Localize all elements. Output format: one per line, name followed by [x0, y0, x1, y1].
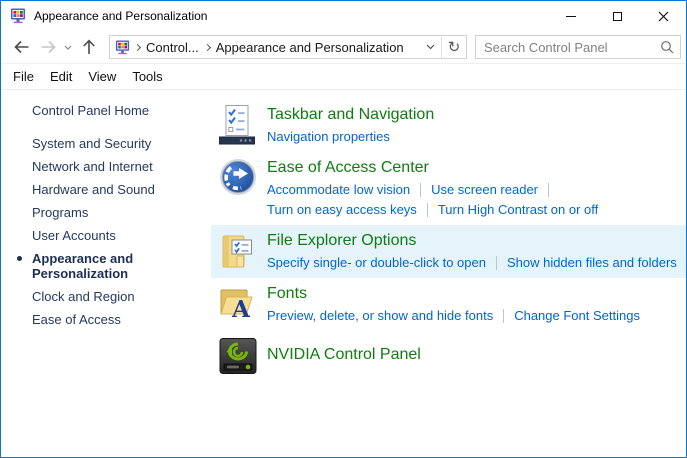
close-icon [658, 11, 668, 21]
section-ease-of-access-center: Ease of Access Center Accommodate low vi… [211, 152, 686, 225]
up-arrow-icon [83, 39, 95, 54]
file-explorer-options-title[interactable]: File Explorer Options [267, 230, 686, 251]
nvidia-control-panel-title[interactable]: NVIDIA Control Panel [267, 344, 686, 365]
sidebar-item-control-panel-home[interactable]: Control Panel Home [1, 103, 211, 118]
sidebar-item-network-and-internet[interactable]: Network and Internet [1, 159, 211, 174]
search-box[interactable] [475, 35, 681, 59]
section-fonts: A Fonts Preview, delete, or show and hid… [211, 278, 686, 331]
close-button[interactable] [640, 2, 686, 31]
refresh-button[interactable]: ↻ [442, 36, 466, 58]
control-panel-icon [115, 39, 130, 55]
sidebar: Control Panel Home System and Security N… [1, 90, 211, 457]
link-separator [426, 203, 428, 217]
svg-text:A: A [231, 296, 251, 322]
nvidia-icon[interactable] [219, 336, 267, 375]
recent-locations-dropdown[interactable] [61, 34, 75, 60]
link-specify-single-or-double-click[interactable]: Specify single- or double-click to open [267, 253, 486, 273]
minimize-button[interactable] [548, 2, 594, 31]
section-nvidia-control-panel: NVIDIA Control Panel [211, 331, 686, 380]
ease-of-access-icon[interactable] [219, 157, 267, 196]
sidebar-selected-label: Appearance and Personalization [32, 251, 134, 281]
sidebar-item-system-and-security[interactable]: System and Security [1, 136, 211, 151]
sidebar-item-user-accounts[interactable]: User Accounts [1, 228, 211, 243]
menu-bar: File Edit View Tools [1, 64, 686, 90]
selected-bullet-icon [17, 256, 22, 261]
menu-edit[interactable]: Edit [42, 69, 80, 84]
address-dropdown-button[interactable] [419, 36, 441, 58]
minimize-icon [566, 15, 576, 17]
breadcrumb-chevron-icon [133, 43, 142, 51]
forward-icon [41, 40, 56, 54]
title-bar: Appearance and Personalization [1, 1, 686, 31]
search-icon[interactable] [660, 40, 674, 54]
menu-file[interactable]: File [5, 69, 42, 84]
search-input[interactable] [484, 39, 660, 55]
fonts-icon[interactable]: A [219, 283, 267, 322]
window-title: Appearance and Personalization [34, 9, 208, 23]
up-button[interactable] [75, 34, 103, 60]
link-use-screen-reader[interactable]: Use screen reader [431, 180, 538, 200]
breadcrumb-control-panel[interactable]: Control... [143, 40, 202, 55]
maximize-icon [612, 11, 622, 21]
link-separator [503, 309, 505, 323]
address-bar[interactable]: Control... Appearance and Personalizatio… [109, 35, 467, 59]
chevron-down-icon [426, 44, 434, 50]
link-change-font-settings[interactable]: Change Font Settings [514, 306, 640, 326]
link-navigation-properties[interactable]: Navigation properties [267, 127, 390, 147]
back-icon [13, 40, 28, 54]
sidebar-item-ease-of-access[interactable]: Ease of Access [1, 312, 211, 327]
link-accommodate-low-vision[interactable]: Accommodate low vision [267, 180, 410, 200]
taskbar-and-navigation-title[interactable]: Taskbar and Navigation [267, 104, 686, 125]
file-explorer-options-icon[interactable] [219, 230, 267, 271]
ease-of-access-center-title[interactable]: Ease of Access Center [267, 157, 686, 178]
maximize-button[interactable] [594, 2, 640, 31]
control-panel-window: Appearance and Personalization Control..… [0, 0, 687, 458]
chevron-down-icon [64, 45, 72, 50]
taskbar-and-navigation-icon[interactable] [219, 104, 267, 145]
breadcrumb-current[interactable]: Appearance and Personalization [213, 40, 407, 55]
breadcrumb-chevron-icon [203, 43, 211, 51]
navigation-toolbar: Control... Appearance and Personalizatio… [1, 31, 686, 64]
sidebar-item-programs[interactable]: Programs [1, 205, 211, 220]
menu-view[interactable]: View [80, 69, 124, 84]
link-separator [548, 183, 550, 197]
back-button[interactable] [7, 34, 35, 60]
forward-button[interactable] [35, 34, 61, 60]
main-panel: Taskbar and Navigation Navigation proper… [211, 90, 686, 457]
sidebar-item-appearance-and-personalization[interactable]: Appearance and Personalization [1, 251, 186, 281]
section-file-explorer-options: File Explorer Options Specify single- or… [211, 225, 686, 278]
link-turn-high-contrast-on-or-off[interactable]: Turn High Contrast on or off [438, 200, 598, 220]
link-separator [420, 183, 422, 197]
link-turn-on-easy-access-keys[interactable]: Turn on easy access keys [267, 200, 417, 220]
link-separator [495, 256, 497, 270]
section-taskbar-and-navigation: Taskbar and Navigation Navigation proper… [211, 99, 686, 152]
link-show-hidden-files-and-folders[interactable]: Show hidden files and folders [507, 253, 677, 273]
control-panel-icon [10, 8, 26, 24]
sidebar-item-clock-and-region[interactable]: Clock and Region [1, 289, 211, 304]
fonts-title[interactable]: Fonts [267, 283, 686, 304]
sidebar-item-hardware-and-sound[interactable]: Hardware and Sound [1, 182, 211, 197]
link-preview-delete-show-hide-fonts[interactable]: Preview, delete, or show and hide fonts [267, 306, 493, 326]
menu-tools[interactable]: Tools [124, 69, 170, 84]
